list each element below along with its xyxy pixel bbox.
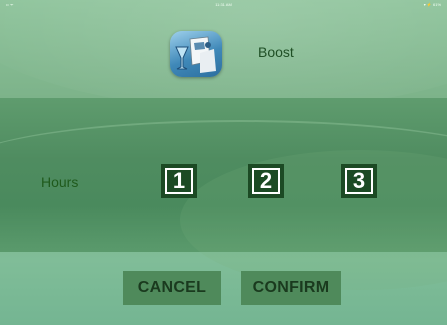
hours-option-1-button[interactable]: 1: [161, 164, 197, 198]
boost-icon: [170, 31, 222, 77]
hours-option-1-label: 1: [165, 168, 193, 194]
hours-label: Hours: [41, 174, 79, 190]
hours-option-3-button[interactable]: 3: [341, 164, 377, 198]
status-bar: •• ᯤ 11:31 AM ▾ ⚡ 61%: [0, 0, 447, 9]
status-time: 11:31 AM: [215, 2, 232, 7]
header-wave-decoration: [0, 0, 447, 110]
boost-screen: •• ᯤ 11:31 AM ▾ ⚡ 61% Boost Hours 1 2 3 …: [0, 0, 447, 325]
confirm-button[interactable]: CONFIRM: [241, 271, 341, 305]
hours-option-2-label: 2: [252, 168, 280, 194]
page-title: Boost: [258, 44, 294, 60]
hours-option-2-button[interactable]: 2: [248, 164, 284, 198]
battery-indicator: ▾ ⚡ 61%: [423, 2, 441, 7]
hours-option-3-label: 3: [345, 168, 373, 194]
cancel-button[interactable]: CANCEL: [123, 271, 221, 305]
